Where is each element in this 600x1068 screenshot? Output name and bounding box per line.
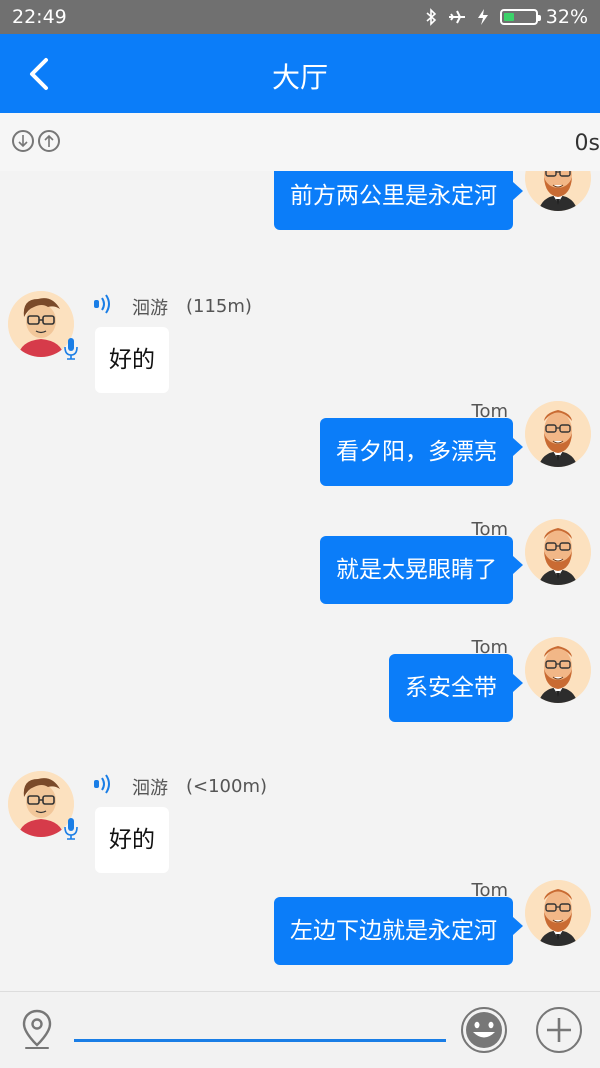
- sound-wave-icon: [94, 294, 110, 314]
- avatar[interactable]: [525, 519, 591, 585]
- message-bubble[interactable]: 系安全带: [389, 654, 523, 722]
- message-incoming: 洄游 (<100m) 好的: [0, 771, 600, 881]
- message-outgoing: Tom 看夕阳，多漂亮: [0, 401, 600, 501]
- message-meta: 洄游 (<100m): [92, 773, 267, 800]
- sound-wave-icon: [94, 774, 110, 794]
- microphone-icon: [64, 337, 78, 365]
- message-outgoing: Tom 左边下边就是永定河: [0, 880, 600, 980]
- microphone-icon: [64, 817, 78, 845]
- status-bar: 22:49 32%: [0, 0, 600, 34]
- emoji-button[interactable]: [460, 1006, 508, 1054]
- avatar[interactable]: [525, 637, 591, 703]
- message-bubble[interactable]: 看夕阳，多漂亮: [320, 418, 523, 486]
- message-bubble[interactable]: 左边下边就是永定河: [274, 897, 523, 965]
- message-outgoing: Tom 系安全带: [0, 637, 600, 737]
- battery-fill: [503, 13, 514, 21]
- sender-distance: (115m): [186, 296, 252, 317]
- battery-icon: [499, 9, 541, 25]
- airplane-icon: [448, 10, 465, 24]
- microphone-icon: [64, 818, 78, 840]
- avatar[interactable]: [525, 880, 591, 946]
- playback-toolbar: 0s: [0, 113, 600, 171]
- status-icons: 32%: [422, 6, 588, 28]
- avatar[interactable]: [525, 401, 591, 467]
- message-outgoing: Tom 就是太晃眼睛了: [0, 519, 600, 619]
- message-outgoing: Tom前方两公里是永定河: [0, 171, 600, 245]
- message-input[interactable]: [74, 1039, 446, 1042]
- nav-bar: 大厅: [0, 34, 600, 113]
- input-bar: [0, 991, 600, 1068]
- location-pin-icon[interactable]: [20, 1008, 54, 1052]
- avatar[interactable]: [525, 171, 591, 211]
- message-incoming: 洄游 (115m) 好的: [0, 291, 600, 401]
- microphone-icon: [64, 338, 78, 360]
- sender-name: 洄游: [132, 777, 168, 799]
- sender-name: 洄游: [132, 297, 168, 319]
- message-bubble[interactable]: 好的: [95, 807, 169, 873]
- message-bubble[interactable]: 前方两公里是永定河: [274, 171, 523, 230]
- charging-icon: [477, 9, 488, 25]
- scroll-down-button[interactable]: [12, 130, 34, 152]
- message-bubble[interactable]: 就是太晃眼睛了: [320, 536, 523, 604]
- arrow-down-icon: [18, 135, 28, 148]
- bluetooth-icon: [426, 8, 436, 26]
- page-title: 大厅: [271, 61, 328, 94]
- sound-wave-icon[interactable]: [92, 293, 114, 320]
- chat-messages[interactable]: Tom前方两公里是永定河洄游 (115m) 好的 Tom看夕阳，多漂亮 Tom就是太晃眼…: [0, 171, 600, 991]
- timer-counter: 0s: [574, 131, 600, 156]
- sender-distance: (<100m): [186, 776, 268, 797]
- battery-percent: 32%: [545, 6, 588, 28]
- message-meta: 洄游 (115m): [92, 293, 252, 320]
- arrow-up-icon: [44, 134, 54, 147]
- sound-wave-icon[interactable]: [92, 773, 114, 800]
- scroll-up-button[interactable]: [38, 130, 60, 152]
- plus-button[interactable]: [535, 1006, 583, 1054]
- message-bubble[interactable]: 好的: [95, 327, 169, 393]
- status-time: 22:49: [12, 6, 67, 28]
